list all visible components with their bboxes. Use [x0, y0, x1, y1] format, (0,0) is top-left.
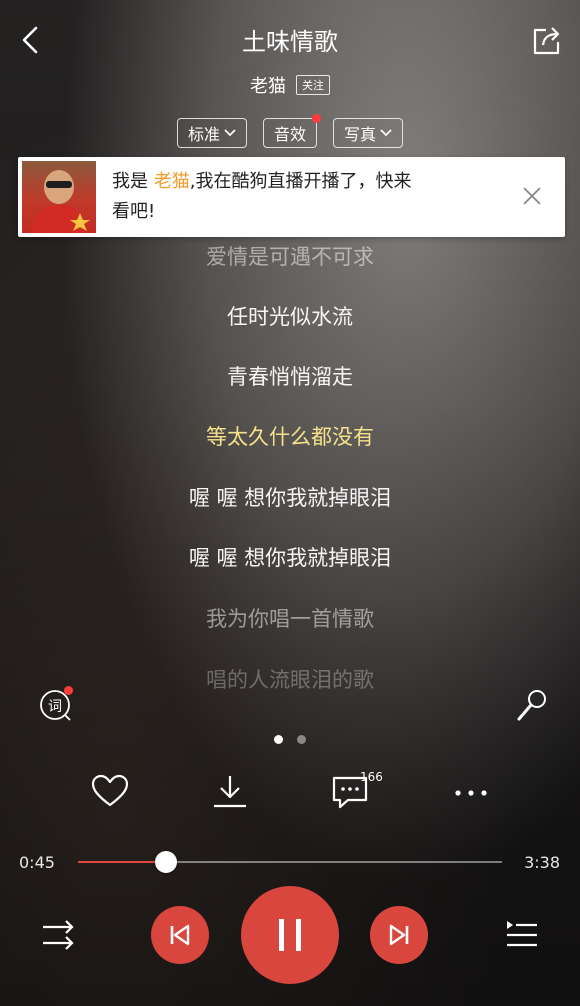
progress-thumb[interactable]	[154, 851, 177, 873]
artist-name[interactable]: 老猫	[250, 72, 286, 98]
pause-button[interactable]	[241, 886, 339, 984]
total-time: 3:38	[524, 853, 560, 872]
lyric-line: 青春悄悄溜走	[227, 365, 353, 389]
lyric-line: 喔 喔 想你我就掉眼泪	[188, 546, 392, 570]
artist-row: 老猫 关注	[0, 72, 580, 98]
photo-dropdown[interactable]: 写真	[333, 118, 404, 148]
avatar	[22, 161, 96, 233]
new-badge	[64, 686, 73, 695]
notification-message: 我是 老猫,我在酷狗直播开播了，快来 看吧!	[112, 167, 502, 227]
next-icon	[389, 924, 409, 946]
new-badge	[312, 114, 321, 123]
chevron-down-icon	[380, 129, 392, 137]
sound-effect-label: 音效	[273, 125, 306, 144]
notification-line2: 看吧!	[112, 201, 156, 222]
lyric-line: 任时光似水流	[227, 305, 353, 329]
lyric-line: 喔 喔 想你我就掉眼泪	[188, 486, 392, 510]
download-button[interactable]	[210, 772, 250, 812]
notification-name[interactable]: 老猫	[154, 171, 190, 192]
notification-prefix: 我是	[112, 171, 148, 192]
share-icon	[533, 27, 560, 55]
lyric-line: 唱的人流眼泪的歌	[206, 668, 374, 692]
playlist-icon	[507, 921, 537, 947]
quality-dropdown[interactable]: 标准	[176, 118, 247, 148]
song-title: 土味情歌	[242, 28, 338, 56]
comment-count: 166	[360, 770, 383, 784]
like-button[interactable]	[90, 772, 130, 812]
current-time: 0:45	[19, 853, 55, 872]
mic-icon	[517, 690, 546, 721]
more-button[interactable]	[452, 772, 492, 812]
close-icon	[523, 187, 541, 205]
more-icon	[455, 790, 487, 796]
progress-fill	[78, 861, 166, 863]
shuffle-button[interactable]	[40, 917, 76, 953]
quality-label: 标准	[187, 125, 220, 144]
page-indicator	[0, 735, 580, 744]
current-lyric-line: 等太久什么都没有	[206, 425, 374, 449]
heart-icon	[91, 774, 129, 807]
playback-options: 标准 音效 写真	[0, 114, 580, 148]
lyric-line: 我为你唱一首情歌	[206, 607, 374, 631]
karaoke-button[interactable]	[514, 688, 550, 724]
lyric-line: 爱情是可遇不可求	[206, 245, 374, 269]
notification-line1: ,我在酷狗直播开播了，快来	[189, 171, 412, 192]
download-icon	[214, 776, 246, 808]
pause-icon	[279, 919, 301, 951]
action-bar	[0, 772, 580, 814]
lyric-button-label: 词	[48, 699, 62, 715]
page-dot[interactable]	[297, 735, 306, 744]
share-button[interactable]	[530, 24, 564, 58]
chevron-down-icon	[224, 129, 236, 137]
photo-label: 写真	[344, 125, 377, 144]
prev-icon	[170, 924, 190, 946]
sound-effect-button[interactable]: 音效	[262, 114, 321, 148]
progress-bar[interactable]	[78, 851, 502, 873]
page-dot[interactable]	[274, 735, 283, 744]
follow-button[interactable]: 关注	[296, 75, 330, 95]
previous-button[interactable]	[151, 906, 209, 964]
close-button[interactable]	[521, 185, 543, 207]
next-button[interactable]	[370, 906, 428, 964]
playlist-button[interactable]	[504, 917, 540, 953]
shuffle-icon	[43, 920, 74, 950]
lyric-button[interactable]: 词	[38, 686, 73, 722]
live-notification[interactable]: 我是 老猫,我在酷狗直播开播了，快来 看吧!	[18, 157, 565, 237]
